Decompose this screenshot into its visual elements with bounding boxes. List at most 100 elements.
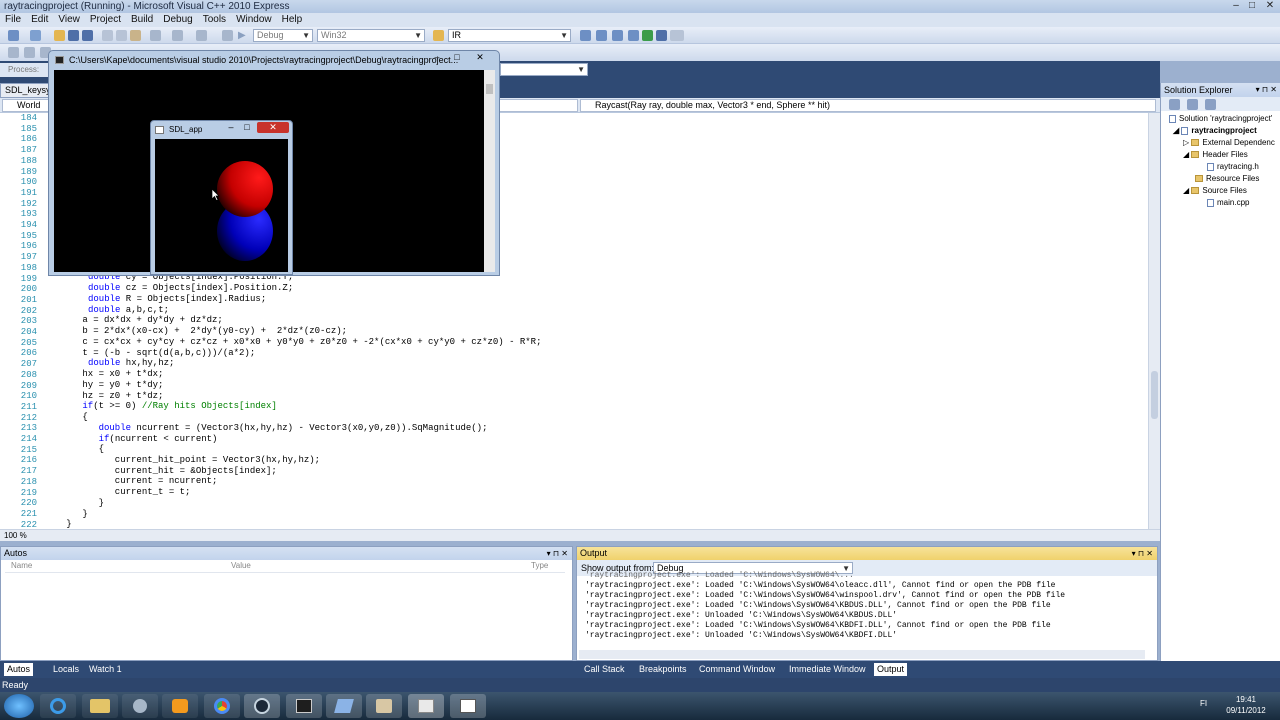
tab-call-stack[interactable]: Call Stack — [581, 663, 628, 676]
tab-breakpoints[interactable]: Breakpoints — [636, 663, 690, 676]
menu-view[interactable]: View — [53, 13, 85, 27]
tree-raytracing-h[interactable]: raytracing.h — [1207, 162, 1259, 171]
tools-app-icon[interactable] — [366, 694, 402, 718]
find-in-files-icon[interactable] — [433, 30, 444, 41]
console-scrollbar[interactable] — [484, 70, 495, 272]
line-number: 207 — [20, 359, 37, 370]
clock-time[interactable]: 19:41 — [1226, 695, 1266, 704]
visual-studio-icon[interactable] — [326, 694, 362, 718]
editor-vertical-scrollbar[interactable] — [1148, 113, 1160, 529]
tree-source-files[interactable]: ◢ Source Files — [1183, 186, 1247, 195]
tab-watch-1[interactable]: Watch 1 — [86, 663, 125, 676]
clock-date[interactable]: 09/11/2012 — [1222, 706, 1270, 715]
menu-file[interactable]: File — [0, 13, 26, 27]
tree-header-files[interactable]: ◢ Header Files — [1183, 150, 1248, 159]
menu-project[interactable]: Project — [85, 13, 126, 27]
sdl-window[interactable]: SDL_app – □ ✕ — [150, 120, 293, 275]
object-browser-icon[interactable] — [612, 30, 623, 41]
console-minimize-button[interactable]: – — [427, 52, 447, 63]
menu-tools[interactable]: Tools — [198, 13, 231, 27]
tree-project[interactable]: ◢ raytracingproject — [1173, 126, 1257, 135]
tab-output[interactable]: Output — [874, 663, 908, 676]
tab-command-window[interactable]: Command Window — [696, 663, 778, 676]
debug-step-icon[interactable] — [8, 47, 19, 58]
open-file-icon[interactable] — [54, 30, 65, 41]
code-line-211: if(t >= 0) //Ray hits Objects[index] — [82, 401, 277, 411]
undo-icon[interactable] — [150, 30, 161, 41]
media-center-icon[interactable] — [122, 694, 158, 718]
panel-pin-close-icon[interactable]: ▾ ⊓ ✕ — [1132, 547, 1153, 560]
menu-edit[interactable]: Edit — [26, 13, 53, 27]
solution-config-select[interactable]: Debug ▼ — [253, 29, 313, 42]
solution-explorer-icon[interactable] — [580, 30, 591, 41]
tree-resource-files[interactable]: Resource Files — [1195, 174, 1259, 183]
sdl-maximize-button[interactable]: □ — [239, 122, 255, 133]
cut-icon[interactable] — [102, 30, 113, 41]
menu-window[interactable]: Window — [231, 13, 277, 27]
extension-manager-icon[interactable] — [656, 30, 667, 41]
copy-icon[interactable] — [116, 30, 127, 41]
new-project-icon[interactable] — [8, 30, 19, 41]
maximize-button[interactable]: □ — [1244, 0, 1260, 13]
properties-icon[interactable] — [596, 30, 607, 41]
tab-sdl-keysym[interactable]: SDL_keysym — [0, 83, 52, 98]
status-text: Ready — [2, 680, 29, 690]
terminal-app-icon[interactable] — [286, 694, 322, 718]
output-hscroll[interactable] — [579, 650, 1145, 659]
stack-frame-select[interactable]: ▼ — [500, 63, 588, 76]
tree-solution[interactable]: Solution 'raytracingproject' — [1169, 114, 1272, 123]
properties-button-icon[interactable] — [1169, 99, 1180, 110]
editor-scroll-thumb[interactable] — [1151, 371, 1158, 419]
raytrace-render-canvas[interactable] — [155, 139, 288, 272]
refresh-icon[interactable] — [1205, 99, 1216, 110]
method-select[interactable]: Raycast(Ray ray, double max, Vector3 * e… — [580, 99, 1156, 112]
tree-main-cpp[interactable]: main.cpp — [1207, 198, 1249, 207]
input-language[interactable]: FI — [1200, 699, 1207, 708]
column-value[interactable]: Value — [231, 561, 251, 570]
tab-label: Locals — [53, 664, 80, 674]
console-window-icon[interactable] — [408, 694, 444, 718]
chrome-icon[interactable] — [204, 694, 240, 718]
save-all-icon[interactable] — [82, 30, 93, 41]
redo-icon[interactable] — [172, 30, 183, 41]
menu-help[interactable]: Help — [277, 13, 308, 27]
windows-icon[interactable] — [670, 30, 684, 41]
media-player-icon[interactable] — [162, 694, 198, 718]
tab-immediate-window[interactable]: Immediate Window — [786, 663, 869, 676]
sdl-close-button[interactable]: ✕ — [257, 122, 289, 133]
console-close-button[interactable]: ✕ — [467, 52, 493, 63]
panel-pin-close-icon[interactable]: ▾ ⊓ ✕ — [1256, 83, 1277, 97]
start-debugging-icon[interactable]: ▶ — [238, 30, 249, 41]
console-scroll-thumb[interactable] — [486, 84, 493, 94]
tab-autos[interactable]: Autos — [4, 663, 34, 676]
internet-explorer-icon[interactable] — [40, 694, 76, 718]
menu-build[interactable]: Build — [126, 13, 158, 27]
tab-locals[interactable]: Locals — [50, 663, 82, 676]
sdl-minimize-button[interactable]: – — [223, 122, 239, 133]
sdl-window-icon[interactable] — [450, 694, 486, 718]
panel-pin-close-icon[interactable]: ▾ ⊓ ✕ — [547, 547, 568, 560]
find-combo[interactable]: IR ▼ — [448, 29, 571, 42]
start-page-icon[interactable] — [642, 30, 653, 41]
steam-icon[interactable] — [244, 694, 280, 718]
column-type[interactable]: Type — [531, 561, 548, 570]
debug-step-over-icon[interactable] — [24, 47, 35, 58]
navigate-back-icon[interactable] — [196, 30, 207, 41]
save-icon[interactable] — [68, 30, 79, 41]
minimize-button[interactable]: – — [1228, 0, 1244, 13]
file-explorer-icon[interactable] — [82, 694, 118, 718]
window-title-bar: raytracingproject (Running) - Microsoft … — [0, 0, 1280, 13]
column-name[interactable]: Name — [11, 561, 32, 570]
start-button-icon[interactable] — [4, 694, 34, 718]
add-item-icon[interactable] — [30, 30, 41, 41]
navigate-forward-icon[interactable] — [222, 30, 233, 41]
paste-icon[interactable] — [130, 30, 141, 41]
show-all-files-icon[interactable] — [1187, 99, 1198, 110]
tree-external-dependencies[interactable]: ▷ External Dependenc — [1183, 138, 1275, 147]
toolbox-icon[interactable] — [628, 30, 639, 41]
console-maximize-button[interactable]: □ — [447, 52, 467, 63]
zoom-level[interactable]: 100 % — [4, 531, 27, 540]
solution-platform-select[interactable]: Win32 ▼ — [317, 29, 425, 42]
close-button[interactable]: ✕ — [1260, 0, 1280, 13]
menu-debug[interactable]: Debug — [158, 13, 197, 27]
